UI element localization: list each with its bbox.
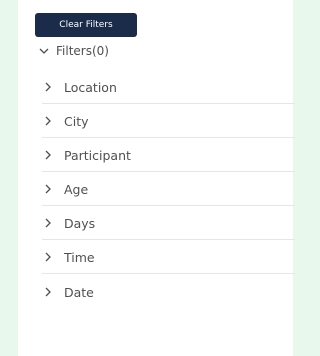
filter-item-participant[interactable]: Participant (42, 138, 295, 172)
filter-item-location[interactable]: Location (42, 70, 295, 104)
chevron-right-icon (42, 286, 54, 298)
filters-header[interactable]: Filters(0) (38, 44, 109, 58)
filter-item-label: City (64, 113, 89, 129)
filter-item-label: Date (64, 284, 94, 300)
filter-item-city[interactable]: City (42, 104, 295, 138)
filter-item-time[interactable]: Time (42, 240, 295, 274)
filters-header-label: Filters(0) (56, 44, 109, 58)
chevron-right-icon (42, 183, 54, 195)
chevron-right-icon (42, 81, 54, 93)
chevron-down-icon (38, 45, 50, 57)
chevron-right-icon (42, 115, 54, 127)
clear-filters-button[interactable]: Clear Filters (35, 13, 137, 37)
filter-item-label: Age (64, 181, 89, 197)
chevron-right-icon (42, 217, 54, 229)
filter-item-label: Days (64, 215, 96, 231)
filter-item-label: Participant (64, 147, 131, 163)
filter-item-age[interactable]: Age (42, 172, 295, 206)
filter-panel: Clear Filters Filters(0) Location City P… (18, 0, 295, 356)
filter-item-label: Location (64, 79, 117, 95)
filter-item-label: Time (64, 249, 95, 265)
chevron-right-icon (42, 149, 54, 161)
chevron-right-icon (42, 251, 54, 263)
divider (42, 273, 295, 274)
filter-item-days[interactable]: Days (42, 206, 295, 240)
filter-item-date[interactable]: Date (42, 275, 295, 309)
